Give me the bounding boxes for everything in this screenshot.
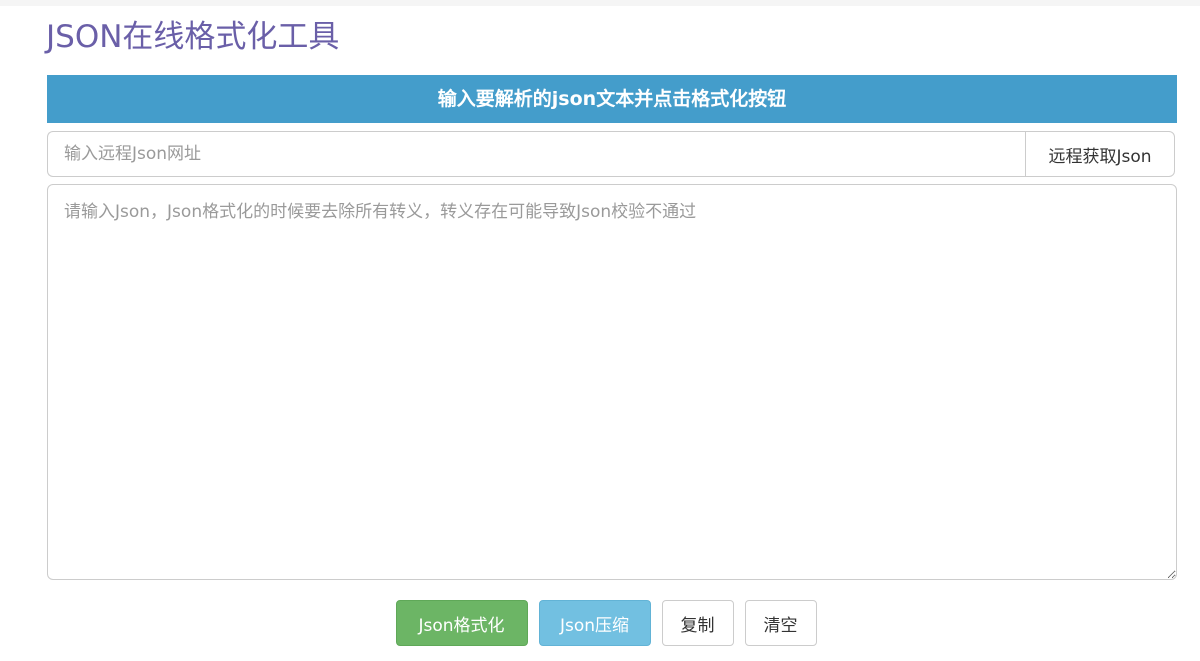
top-bar bbox=[0, 0, 1200, 6]
remote-url-group: 远程获取Json bbox=[47, 131, 1175, 177]
clear-button[interactable]: 清空 bbox=[744, 600, 817, 646]
json-input-textarea[interactable] bbox=[47, 184, 1177, 580]
action-bar: Json格式化 Json压缩 复制 清空 bbox=[0, 600, 1200, 646]
page-title: JSON在线格式化工具 bbox=[46, 19, 340, 55]
compress-json-button[interactable]: Json压缩 bbox=[538, 600, 651, 646]
instruction-banner: 输入要解析的json文本并点击格式化按钮 bbox=[47, 75, 1177, 123]
remote-url-input[interactable] bbox=[47, 131, 1025, 177]
fetch-remote-json-button[interactable]: 远程获取Json bbox=[1025, 131, 1175, 177]
copy-button[interactable]: 复制 bbox=[661, 600, 734, 646]
format-json-button[interactable]: Json格式化 bbox=[395, 600, 528, 646]
